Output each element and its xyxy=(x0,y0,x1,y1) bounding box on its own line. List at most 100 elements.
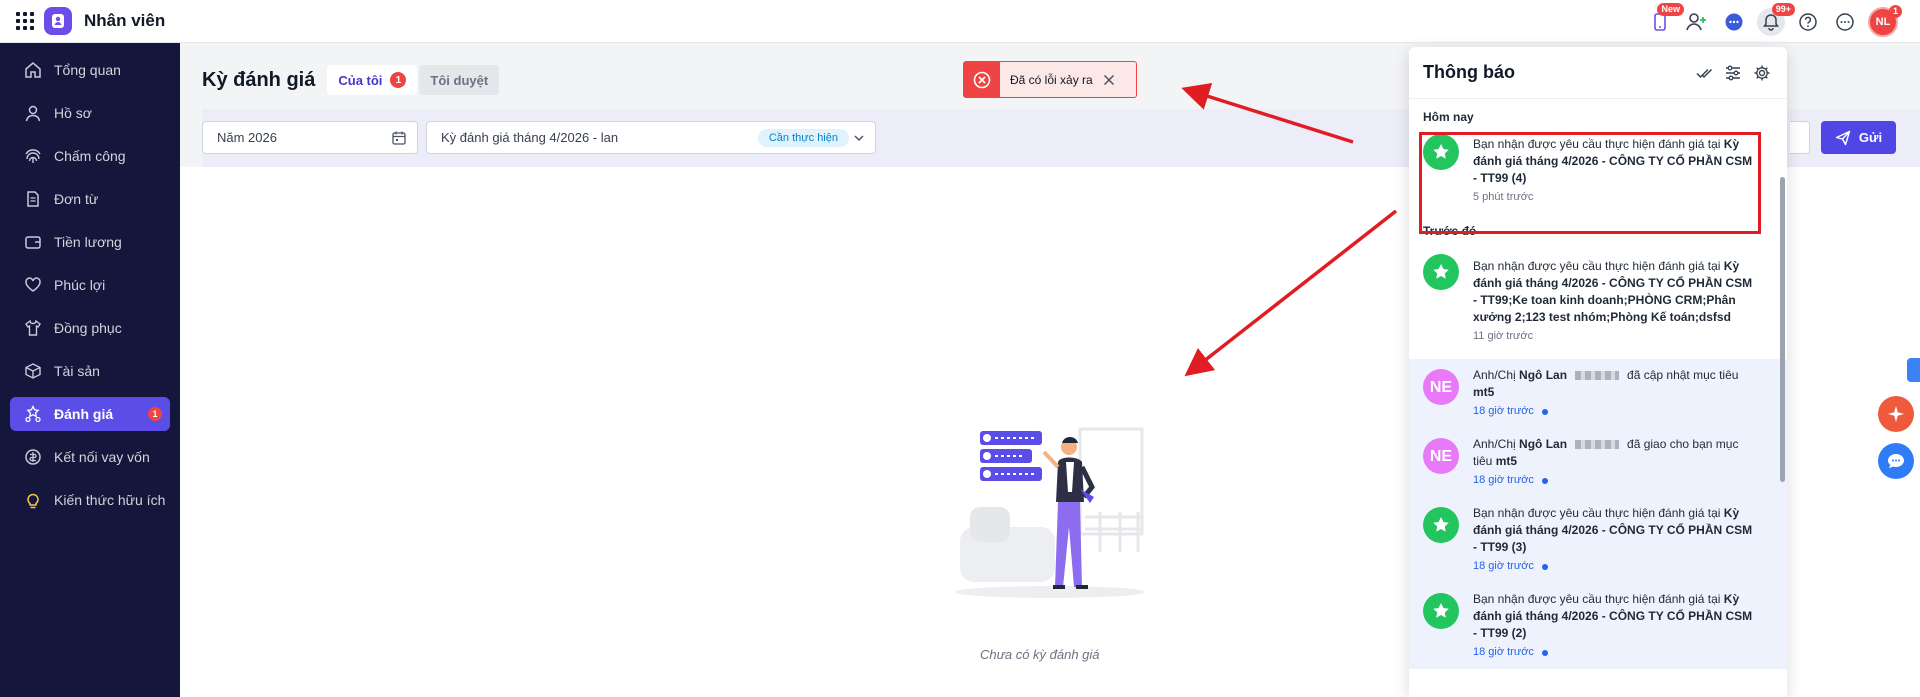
bulb-icon xyxy=(27,493,39,509)
notification-text: Bạn nhận được yêu cầu thực hiện đánh giá… xyxy=(1473,592,1724,606)
sender-avatar: NE xyxy=(1423,438,1459,474)
notification-item[interactable]: NE Anh/Chị Ngô Lan đã giao cho bạn mục ti… xyxy=(1409,428,1787,497)
status-badge: Cần thực hiện xyxy=(757,129,849,147)
section-today: Hôm nay xyxy=(1423,110,1474,124)
stars-icon xyxy=(25,405,41,423)
ai-assistant-button[interactable] xyxy=(1878,396,1914,432)
period-select[interactable]: Kỳ đánh giá tháng 4/2026 - lan Cần thực … xyxy=(426,121,876,154)
unread-dot xyxy=(1541,649,1548,656)
gear-icon[interactable] xyxy=(1753,64,1771,82)
filter-icon[interactable] xyxy=(1724,64,1742,82)
empty-state-text: Chưa có kỳ đánh giá xyxy=(980,647,1100,662)
sidebar-item-label: Tiền lương xyxy=(54,234,122,250)
notification-text: đã cập nhật mục tiêu xyxy=(1627,368,1739,382)
sidebar-item-don-tu[interactable]: Đơn từ xyxy=(10,182,170,216)
target-name: mt5 xyxy=(1473,385,1495,399)
sidebar-item-label: Đồng phục xyxy=(54,320,122,336)
notification-item[interactable]: Bạn nhận được yêu cầu thực hiện đánh giá… xyxy=(1409,244,1787,359)
notification-item[interactable]: Bạn nhận được yêu cầu thực hiện đánh giá… xyxy=(1409,497,1787,583)
sidebar-item-label: Hồ sơ xyxy=(54,105,92,121)
unread-dot xyxy=(1541,563,1548,570)
side-drawer-tab[interactable] xyxy=(1907,358,1920,382)
sidebar-item-ho-so[interactable]: Hồ sơ xyxy=(10,96,170,130)
tab-label: Của tôi xyxy=(338,72,383,88)
tab-cua-toi[interactable]: Của tôi 1 xyxy=(327,65,418,95)
top-bar: Nhân viên New 99+ NL 1 xyxy=(0,0,1920,43)
send-label: Gửi xyxy=(1858,130,1883,145)
chat-button[interactable] xyxy=(1878,443,1914,479)
redacted-text xyxy=(1575,371,1620,381)
box-icon xyxy=(25,363,41,379)
sidebar-item-label: Phúc lợi xyxy=(54,277,106,293)
sidebar-item-tong-quan[interactable]: Tổng quan xyxy=(10,53,170,87)
sidebar-item-tien-luong[interactable]: Tiền lương xyxy=(10,225,170,259)
app-grid-icon[interactable] xyxy=(16,12,34,30)
close-icon[interactable] xyxy=(1103,74,1115,86)
unread-dot xyxy=(1541,408,1548,415)
messenger-icon[interactable] xyxy=(1720,8,1748,36)
sidebar-item-label: Đánh giá xyxy=(54,406,114,422)
error-icon xyxy=(964,62,1000,97)
empty-state-illustration xyxy=(955,427,1145,598)
sidebar-item-label: Kết nối vay vốn xyxy=(54,449,150,465)
page-header: Kỳ đánh giá Của tôi 1 Tôi duyệt xyxy=(202,65,502,95)
wallet-icon xyxy=(25,236,41,249)
notification-text: Anh/Chị xyxy=(1473,368,1520,382)
send-button[interactable]: Gửi xyxy=(1821,121,1896,154)
notification-time: 18 giờ trước xyxy=(1473,472,1757,489)
user-avatar[interactable]: NL 1 xyxy=(1868,4,1902,37)
sidebar-item-label: Chấm công xyxy=(54,148,126,164)
star-icon xyxy=(1423,254,1459,290)
heart-hand-icon xyxy=(25,277,41,292)
period-value: Kỳ đánh giá tháng 4/2026 - lan xyxy=(441,130,619,145)
scrollbar[interactable] xyxy=(1780,177,1785,482)
shirt-icon xyxy=(25,319,41,336)
bell-icon[interactable]: 99+ xyxy=(1757,2,1795,36)
sidebar-item-danh-gia[interactable]: Đánh giá 1 xyxy=(10,397,170,431)
sparkle-icon xyxy=(1888,406,1904,422)
sidebar: Tổng quan Hồ sơ Chấm công Đơn từ Tiền lư… xyxy=(0,43,180,697)
notification-text: Anh/Chị xyxy=(1473,437,1520,451)
sidebar-item-kien-thuc-huu-ich[interactable]: Kiến thức hữu ích xyxy=(10,483,170,517)
help-icon[interactable] xyxy=(1794,8,1822,36)
sidebar-item-phuc-loi[interactable]: Phúc lợi xyxy=(10,268,170,302)
mobile-app-icon[interactable]: New xyxy=(1646,2,1684,36)
highlight-box xyxy=(1419,132,1761,234)
notification-text: Bạn nhận được yêu cầu thực hiện đánh giá… xyxy=(1473,506,1724,520)
sender-name: Ngô Lan xyxy=(1519,437,1568,451)
notification-item[interactable]: NE Anh/Chị Ngô Lan đã cập nhật mục tiêu m… xyxy=(1409,359,1787,428)
chevron-down-icon xyxy=(854,135,864,142)
sidebar-item-ket-noi-vay-von[interactable]: Kết nối vay vốn xyxy=(10,440,170,474)
tab-label: Tôi duyệt xyxy=(430,72,489,88)
notification-time: 18 giờ trước xyxy=(1473,644,1757,661)
sidebar-item-label: Tổng quan xyxy=(54,62,121,78)
tab-toi-duyet[interactable]: Tôi duyệt xyxy=(419,65,500,95)
loan-icon xyxy=(25,449,41,465)
home-icon xyxy=(25,62,41,78)
extra-field[interactable] xyxy=(1790,121,1810,154)
sidebar-item-cham-cong[interactable]: Chấm công xyxy=(10,139,170,173)
sidebar-item-label: Đơn từ xyxy=(54,191,99,207)
error-toast: Đã có lỗi xảy ra xyxy=(963,61,1137,98)
sidebar-item-dong-phuc[interactable]: Đồng phục xyxy=(10,311,170,345)
fingerprint-icon xyxy=(25,149,41,163)
add-user-icon[interactable] xyxy=(1683,8,1711,36)
app-title: Nhân viên xyxy=(84,11,166,30)
avatar-badge: 1 xyxy=(1888,4,1902,18)
sidebar-item-tai-san[interactable]: Tài sản xyxy=(10,354,170,388)
tab-badge: 1 xyxy=(390,72,407,88)
notification-item[interactable]: Bạn nhận được yêu cầu thực hiện đánh giá… xyxy=(1409,583,1787,669)
redacted-text xyxy=(1575,440,1620,450)
sidebar-item-label: Tài sản xyxy=(54,363,100,379)
notification-count-badge: 99+ xyxy=(1771,2,1795,16)
year-picker[interactable]: Năm 2026 xyxy=(202,121,418,154)
sidebar-badge: 1 xyxy=(148,407,162,421)
page-title: Kỳ đánh giá xyxy=(202,68,316,91)
notification-title: Thông báo xyxy=(1423,62,1515,82)
app-logo xyxy=(44,7,72,35)
target-name: mt5 xyxy=(1495,454,1518,468)
tabs: Của tôi 1 Tôi duyệt xyxy=(327,65,502,95)
mark-all-read-icon[interactable] xyxy=(1695,64,1713,82)
notification-time: 11 giờ trước xyxy=(1473,330,1534,342)
more-icon[interactable] xyxy=(1831,8,1859,36)
